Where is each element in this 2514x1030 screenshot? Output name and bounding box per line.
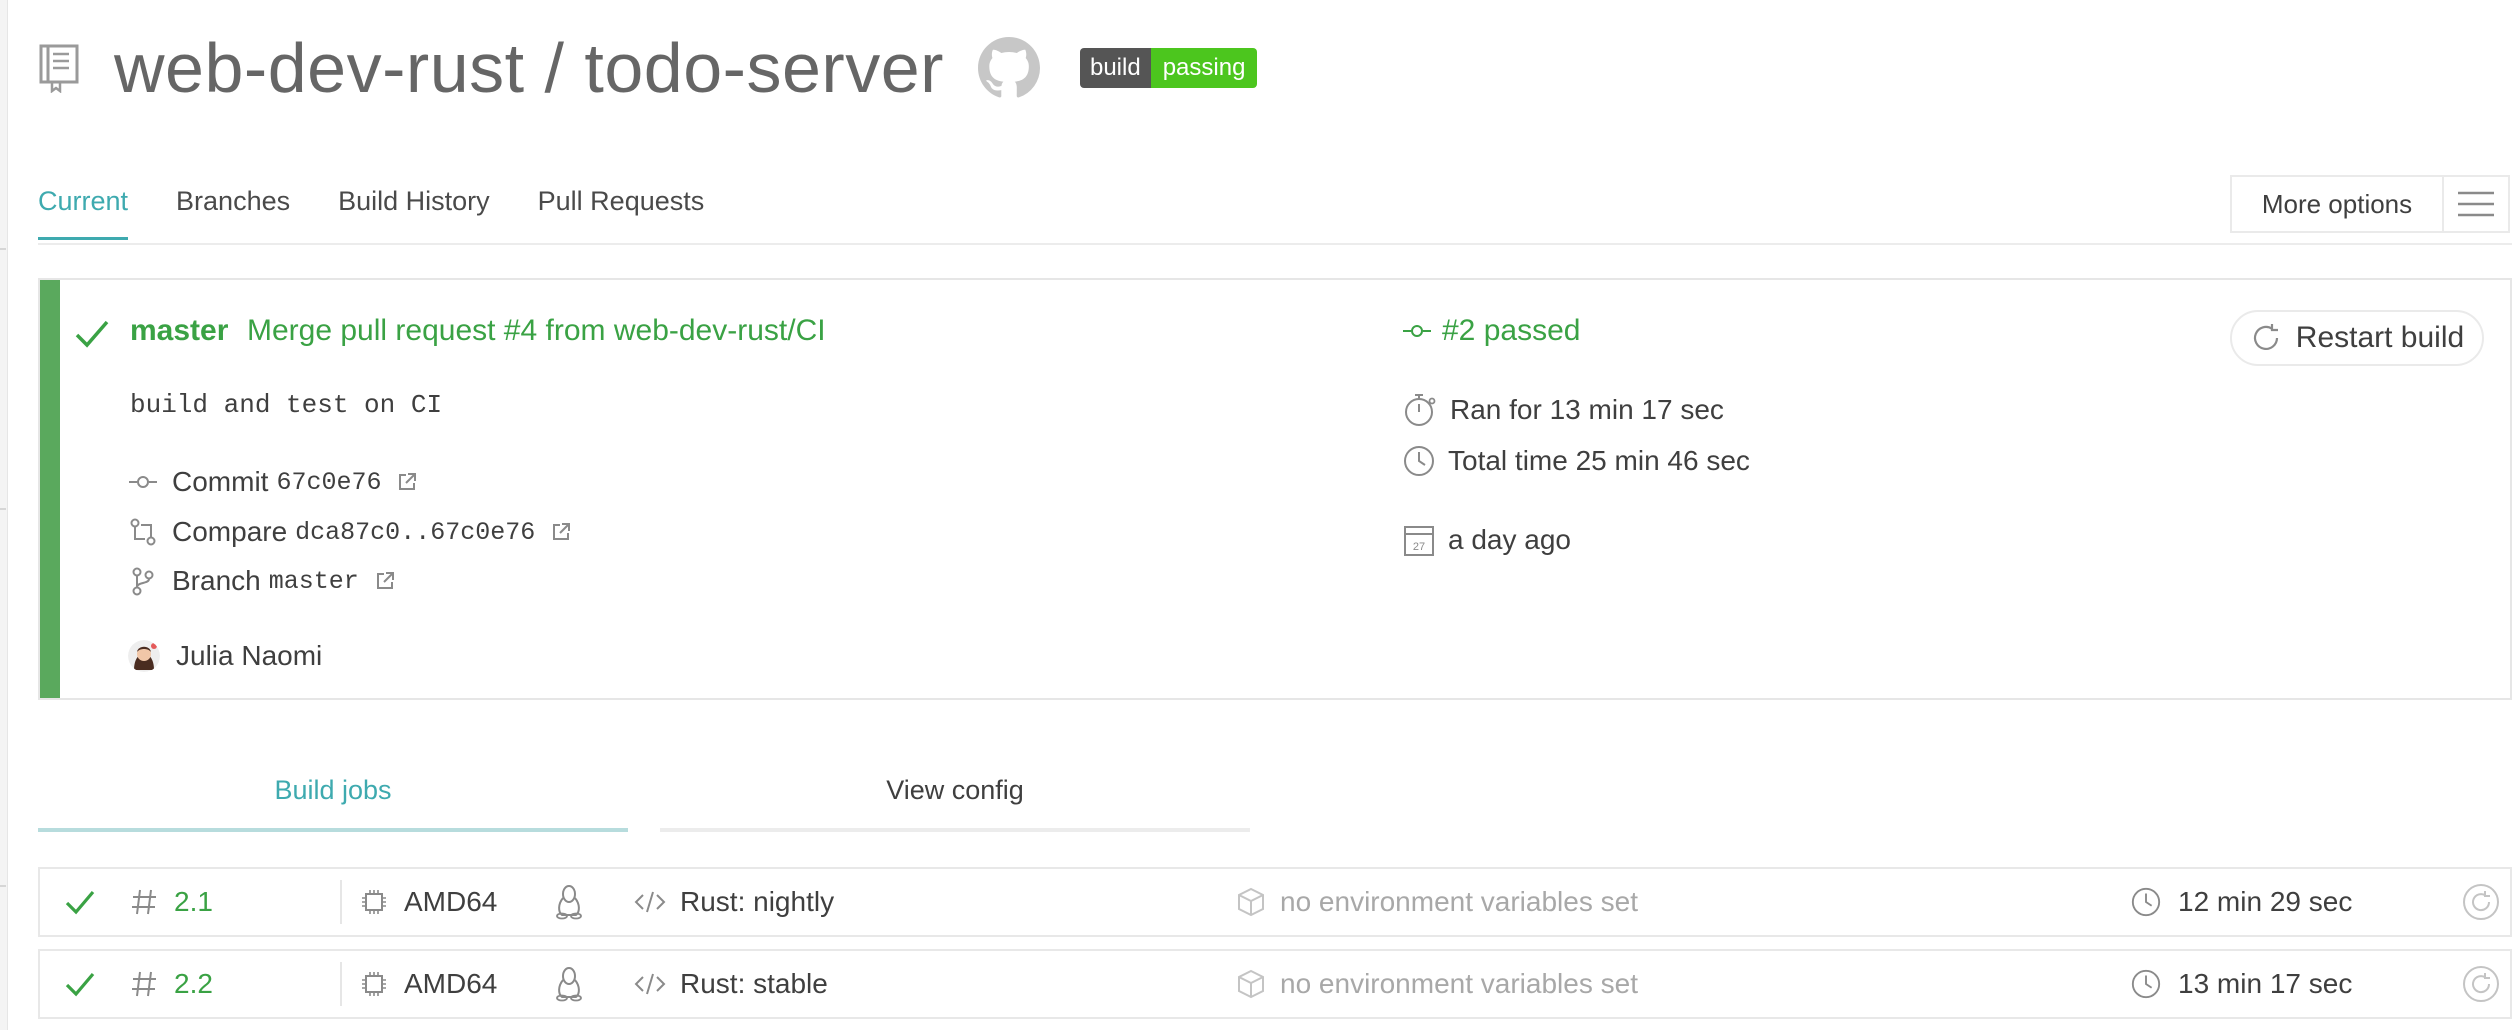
- job-env: no environment variables set: [1280, 886, 1638, 917]
- job-duration: 12 min 29 sec: [2178, 886, 2353, 917]
- build-status-link[interactable]: #2 passed: [1402, 314, 1580, 348]
- hamburger-icon[interactable]: [2442, 177, 2508, 231]
- total-time-row: Total time 25 min 46 sec: [1402, 444, 1750, 478]
- commit-author: Julia Naomi: [128, 640, 322, 672]
- commit-message[interactable]: Merge pull request #4 from web-dev-rust/…: [247, 314, 826, 348]
- job-duration: 13 min 17 sec: [2178, 968, 2353, 999]
- github-icon[interactable]: [977, 37, 1040, 99]
- job-row[interactable]: 2.2 AMD64 Rust: stable no environment va…: [38, 949, 2512, 1019]
- commit-icon: [1403, 325, 1431, 337]
- commit-sha-link[interactable]: 67c0e76: [276, 468, 381, 497]
- left-edge-tick: [0, 508, 6, 510]
- branch-value-link[interactable]: master: [269, 567, 359, 596]
- job-row[interactable]: 2.1 AMD64 Rust: nightly no environment v…: [38, 867, 2512, 937]
- calendar-day: 27: [1413, 541, 1425, 553]
- hash-icon: [132, 971, 156, 997]
- passed-check-icon: [65, 972, 95, 997]
- tab-pull-requests[interactable]: Pull Requests: [538, 186, 705, 240]
- restart-job-icon[interactable]: [2462, 965, 2500, 1003]
- calendar-icon: 27: [1404, 526, 1434, 556]
- tab-branches[interactable]: Branches: [176, 186, 290, 240]
- repo-title[interactable]: web-dev-rust / todo-server: [114, 33, 944, 103]
- tab-view-config[interactable]: View config: [660, 775, 1250, 832]
- linux-icon: [556, 967, 582, 1002]
- clock-icon: [1404, 446, 1434, 476]
- compare-icon: [130, 518, 156, 546]
- external-link-icon[interactable]: [551, 522, 571, 542]
- build-status-bar: [40, 280, 60, 698]
- linux-icon: [556, 885, 582, 920]
- branch-row: Branch master: [128, 565, 409, 597]
- job-arch: AMD64: [404, 886, 498, 917]
- build-status-text: #2 passed: [1442, 314, 1581, 347]
- build-branch-name[interactable]: master: [130, 314, 228, 348]
- build-status-badge[interactable]: build passing: [1079, 48, 1258, 88]
- tab-current[interactable]: Current: [38, 186, 129, 240]
- tab-build-jobs[interactable]: Build jobs: [38, 775, 628, 832]
- passed-check-icon: [65, 890, 95, 915]
- external-link-icon[interactable]: [397, 472, 417, 492]
- avatar: [128, 640, 160, 672]
- repo-header: web-dev-rust / todo-server build passing: [38, 18, 1258, 118]
- build-summary-card: master Merge pull request #4 from web-de…: [38, 278, 2512, 700]
- job-number[interactable]: 2.1: [174, 886, 213, 918]
- external-link-icon[interactable]: [375, 571, 395, 591]
- restart-build-button[interactable]: Restart build: [2230, 310, 2484, 366]
- more-options-button[interactable]: More options: [2230, 175, 2510, 233]
- job-env: no environment variables set: [1280, 968, 1638, 999]
- stopwatch-icon: [1405, 394, 1436, 426]
- commit-icon: [129, 476, 157, 488]
- total-time-text: Total time 25 min 46 sec: [1448, 445, 1750, 476]
- package-icon: [1238, 887, 1264, 917]
- commit-description: build and test on CI: [130, 390, 443, 420]
- author-name[interactable]: Julia Naomi: [176, 640, 322, 672]
- restart-icon: [2253, 324, 2278, 350]
- commit-row: Commit 67c0e76: [128, 466, 431, 498]
- repo-tabs: Current Branches Build History Pull Requ…: [38, 186, 752, 240]
- job-divider: [340, 962, 342, 1006]
- finished-row: 27 a day ago: [1402, 522, 1571, 558]
- ran-for-row: Ran for 13 min 17 sec: [1402, 392, 1724, 428]
- package-icon: [1238, 969, 1264, 999]
- badge-label: build: [1079, 48, 1151, 88]
- cpu-icon: [362, 890, 386, 914]
- left-edge: [0, 0, 8, 1030]
- clock-icon: [2131, 887, 2161, 917]
- more-options-label: More options: [2261, 188, 2413, 219]
- repo-icon: [39, 44, 79, 93]
- ran-for-text: Ran for 13 min 17 sec: [1450, 394, 1724, 425]
- tabs-divider: [38, 243, 2512, 245]
- left-edge-tick: [0, 885, 6, 887]
- compare-label: Compare: [172, 516, 288, 547]
- tab-build-history[interactable]: Build History: [338, 186, 490, 240]
- left-edge-tick: [0, 248, 6, 250]
- job-number[interactable]: 2.2: [174, 968, 213, 1000]
- cpu-icon: [362, 972, 386, 996]
- restart-build-label: Restart build: [2295, 321, 2465, 354]
- job-arch: AMD64: [404, 968, 498, 999]
- compare-row: Compare dca87c0..67c0e76: [128, 516, 585, 548]
- passed-check-icon: [75, 320, 109, 348]
- job-language: Rust: stable: [680, 968, 828, 999]
- job-divider: [340, 880, 342, 924]
- branch-icon: [132, 567, 154, 596]
- code-icon: [634, 891, 666, 913]
- job-language: Rust: nightly: [680, 886, 835, 917]
- badge-value: passing: [1150, 48, 1258, 88]
- code-icon: [634, 973, 666, 995]
- branch-label: Branch: [172, 565, 261, 596]
- hash-icon: [132, 889, 156, 915]
- clock-icon: [2131, 969, 2161, 999]
- commit-label: Commit: [172, 466, 269, 497]
- finished-ago-text: a day ago: [1448, 524, 1571, 555]
- compare-range-link[interactable]: dca87c0..67c0e76: [295, 518, 535, 547]
- restart-job-icon[interactable]: [2462, 883, 2500, 921]
